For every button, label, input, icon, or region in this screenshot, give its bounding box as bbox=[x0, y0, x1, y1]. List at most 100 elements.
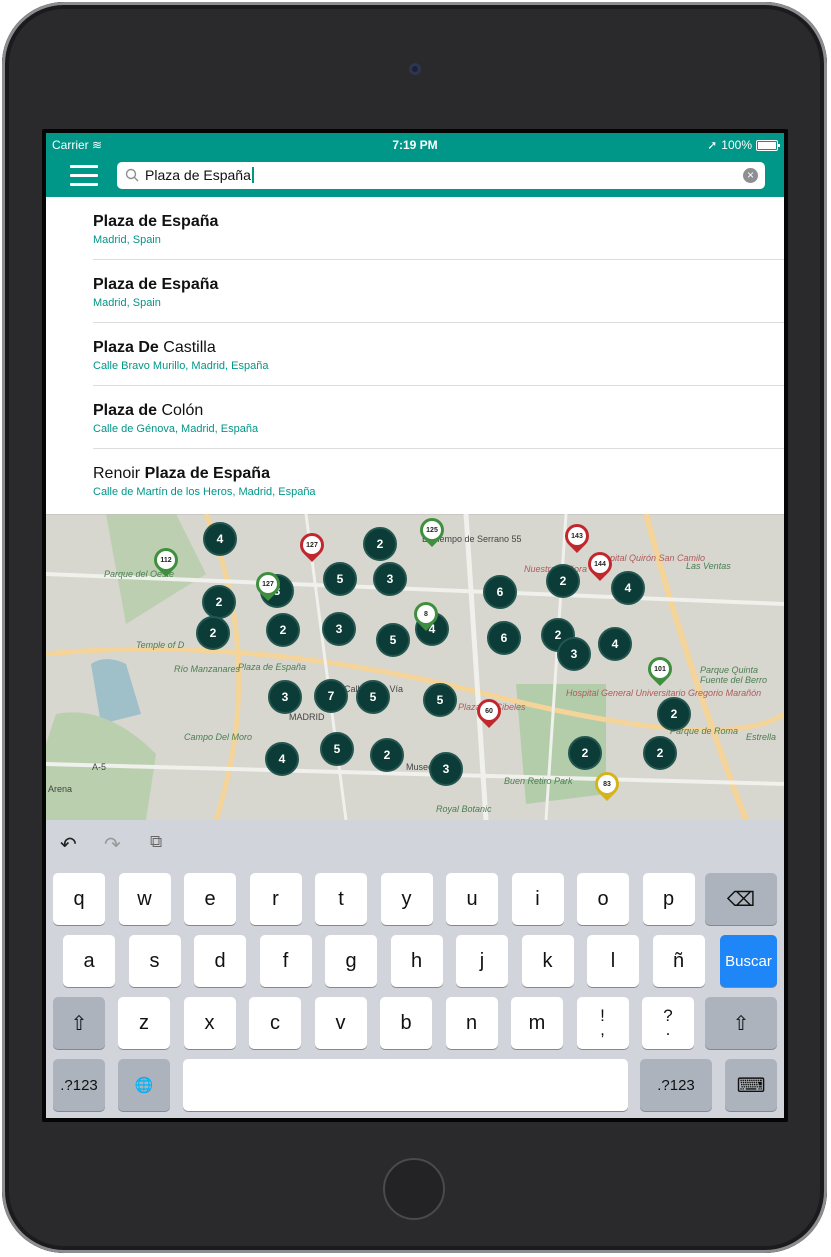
map-cluster-marker[interactable]: 2 bbox=[266, 613, 300, 647]
map-cluster-marker[interactable]: 4 bbox=[265, 742, 299, 776]
result-subtitle: Madrid, Spain bbox=[93, 297, 161, 309]
space-key[interactable] bbox=[183, 1059, 628, 1111]
key-char[interactable]: m bbox=[511, 997, 563, 1049]
map-cluster-marker[interactable]: 4 bbox=[598, 627, 632, 661]
text-caret bbox=[251, 167, 254, 183]
search-results-list: Plaza de España Madrid, Spain Plaza de E… bbox=[46, 197, 784, 514]
map-cluster-marker[interactable]: 6 bbox=[487, 621, 521, 655]
map-label: Temple of D bbox=[136, 640, 185, 650]
map-cluster-marker[interactable]: 4 bbox=[611, 571, 645, 605]
key-w[interactable]: w bbox=[118, 873, 171, 925]
map-cluster-marker[interactable]: 3 bbox=[322, 612, 356, 646]
key-char[interactable]: ?. bbox=[642, 997, 694, 1049]
map-cluster-marker[interactable]: 2 bbox=[657, 697, 691, 731]
key-a[interactable]: a bbox=[63, 935, 115, 987]
clear-icon[interactable]: × bbox=[743, 168, 758, 183]
key-e[interactable]: e bbox=[184, 873, 236, 925]
key-l[interactable]: l bbox=[587, 935, 639, 987]
key-char[interactable]: n bbox=[445, 997, 498, 1049]
map-cluster-marker[interactable]: 4 bbox=[203, 522, 237, 556]
map-cluster-marker[interactable]: 5 bbox=[320, 732, 354, 766]
map-cluster-marker[interactable]: 2 bbox=[643, 736, 677, 770]
result-subtitle: Calle de Martín de los Heros, Madrid, Es… bbox=[93, 486, 316, 498]
camera-icon bbox=[409, 63, 421, 75]
key-k[interactable]: k bbox=[521, 935, 574, 987]
backspace-key[interactable]: ⌫ bbox=[705, 873, 777, 925]
key-f[interactable]: f bbox=[259, 935, 312, 987]
result-title-rest: Colón bbox=[157, 402, 204, 419]
map-cluster-marker[interactable]: 2 bbox=[370, 738, 404, 772]
key-u[interactable]: u bbox=[446, 873, 498, 925]
map-label: Las Ventas bbox=[686, 561, 731, 571]
result-item[interactable]: Plaza de España Madrid, Spain bbox=[46, 197, 784, 260]
result-title-match: Plaza de bbox=[93, 402, 158, 419]
key-y[interactable]: y bbox=[380, 873, 433, 925]
key-d[interactable]: d bbox=[194, 935, 246, 987]
result-item[interactable]: Plaza De Castilla Calle Bravo Murillo, M… bbox=[46, 323, 784, 386]
key-i[interactable]: i bbox=[511, 873, 564, 925]
shift-key-right[interactable]: ⇧ bbox=[705, 997, 777, 1049]
map-view[interactable]: Parque del Oeste Temple of D Río Manzanare… bbox=[46, 514, 784, 820]
key-q[interactable]: q bbox=[53, 873, 105, 925]
result-title-match: Plaza de España bbox=[93, 276, 219, 293]
result-subtitle: Calle Bravo Murillo, Madrid, España bbox=[93, 360, 269, 372]
key-char[interactable]: x bbox=[183, 997, 236, 1049]
search-return-key[interactable]: Buscar bbox=[720, 935, 777, 987]
map-cluster-marker[interactable]: 5 bbox=[376, 623, 410, 657]
map-cluster-marker[interactable]: 3 bbox=[373, 562, 407, 596]
key-t[interactable]: t bbox=[315, 873, 367, 925]
key-ñ[interactable]: ñ bbox=[652, 935, 705, 987]
numbers-key[interactable]: .?123 bbox=[53, 1059, 105, 1111]
map-label: Plaza de España bbox=[238, 662, 307, 672]
key-r[interactable]: r bbox=[249, 873, 302, 925]
map-cluster-marker[interactable]: 6 bbox=[483, 575, 517, 609]
pin-label: 83 bbox=[598, 775, 616, 793]
battery-icon bbox=[756, 139, 780, 151]
result-item[interactable]: Renoir Plaza de España Calle de Martín d… bbox=[46, 449, 784, 512]
result-subtitle: Madrid, Spain bbox=[93, 234, 161, 246]
screen: Carrier ≋ 7:19 PM ➚ 100% Plaza de España … bbox=[46, 133, 784, 1118]
result-item[interactable]: Plaza de España Madrid, Spain bbox=[46, 260, 784, 323]
key-p[interactable]: p bbox=[642, 873, 695, 925]
numbers-key-right[interactable]: .?123 bbox=[640, 1059, 712, 1111]
key-char[interactable]: v bbox=[314, 997, 367, 1049]
key-j[interactable]: j bbox=[456, 935, 508, 987]
map-label: Río Manzanares bbox=[174, 664, 241, 674]
key-char[interactable]: b bbox=[380, 997, 432, 1049]
map-cluster-marker[interactable]: 2 bbox=[202, 585, 236, 619]
location-arrow-icon: ➚ bbox=[707, 138, 718, 152]
map-cluster-marker[interactable]: 2 bbox=[568, 736, 602, 770]
map-label: MADRID bbox=[289, 712, 325, 722]
key-char[interactable]: !, bbox=[576, 997, 629, 1049]
map-label: Hospital General Universitario Gregorio … bbox=[566, 688, 762, 698]
top-navigation-bar: Plaza de España × bbox=[46, 155, 784, 197]
key-glyph: . bbox=[665, 1020, 671, 1039]
map-cluster-marker[interactable]: 2 bbox=[546, 564, 580, 598]
search-input[interactable]: Plaza de España × bbox=[117, 162, 765, 189]
key-char[interactable]: c bbox=[249, 997, 301, 1049]
key-char[interactable]: z bbox=[118, 997, 170, 1049]
redo-icon[interactable]: ↷ bbox=[104, 832, 121, 857]
map-cluster-marker[interactable]: 2 bbox=[363, 527, 397, 561]
key-o[interactable]: o bbox=[577, 873, 629, 925]
map-cluster-marker[interactable]: 7 bbox=[314, 679, 348, 713]
paste-icon[interactable]: ⧉ bbox=[150, 832, 162, 852]
map-cluster-marker[interactable]: 2 bbox=[196, 616, 230, 650]
key-h[interactable]: h bbox=[390, 935, 443, 987]
map-cluster-marker[interactable]: 3 bbox=[268, 680, 302, 714]
home-button[interactable] bbox=[383, 1158, 445, 1220]
map-cluster-marker[interactable]: 5 bbox=[423, 683, 457, 717]
key-g[interactable]: g bbox=[325, 935, 377, 987]
map-cluster-marker[interactable]: 5 bbox=[356, 680, 390, 714]
key-s[interactable]: s bbox=[128, 935, 181, 987]
status-bar: Carrier ≋ 7:19 PM ➚ 100% bbox=[46, 133, 784, 155]
map-cluster-marker[interactable]: 3 bbox=[429, 752, 463, 786]
undo-icon[interactable]: ↶ bbox=[60, 832, 77, 857]
map-cluster-marker[interactable]: 5 bbox=[323, 562, 357, 596]
map-cluster-marker[interactable]: 3 bbox=[557, 637, 591, 671]
keyboard-dismiss-icon[interactable]: ⌨ bbox=[725, 1059, 777, 1111]
menu-icon[interactable] bbox=[70, 165, 98, 187]
globe-icon[interactable]: 🌐 bbox=[118, 1059, 170, 1111]
result-item[interactable]: Plaza de Colón Calle de Génova, Madrid, … bbox=[46, 386, 784, 449]
shift-key[interactable]: ⇧ bbox=[53, 997, 105, 1049]
